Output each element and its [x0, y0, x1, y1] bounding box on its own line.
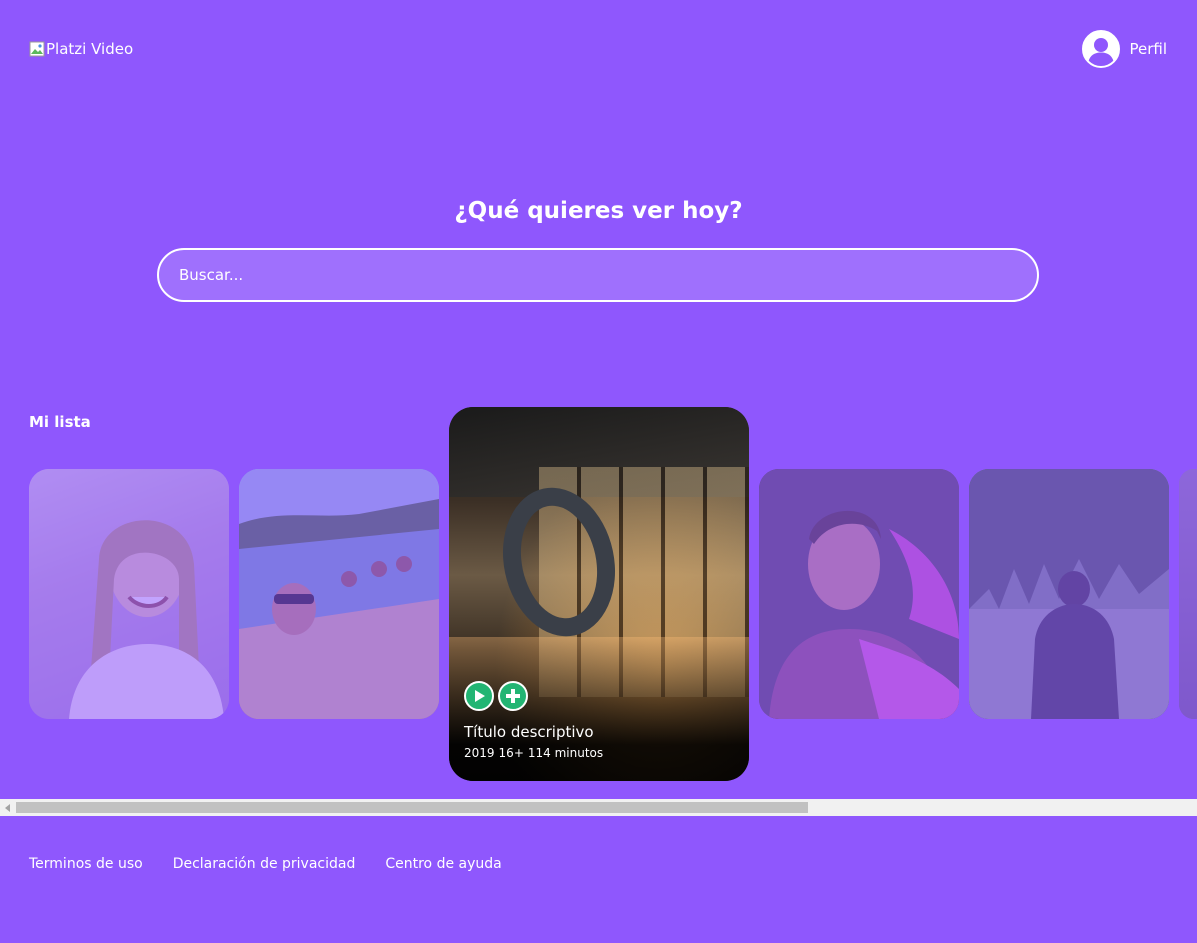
card-year: 2019: [464, 746, 495, 760]
logo[interactable]: Platzi Video: [29, 40, 133, 58]
scrollbar-thumb[interactable]: [16, 802, 808, 813]
carousel-item[interactable]: [759, 469, 959, 719]
card-rating: 16+: [498, 746, 524, 760]
footer-link-help[interactable]: Centro de ayuda: [385, 856, 501, 872]
plus-icon[interactable]: [498, 681, 528, 711]
logo-alt-text: Platzi Video: [46, 40, 134, 58]
play-icon[interactable]: [464, 681, 494, 711]
horizontal-scrollbar[interactable]: [0, 799, 1197, 816]
card-overlay: [1179, 469, 1197, 719]
scroll-left-icon[interactable]: [0, 799, 15, 816]
broken-image-icon: [29, 41, 45, 57]
carousel[interactable]: Título descriptivo 2019 16+ 114 minutos: [0, 400, 1197, 800]
carousel-item[interactable]: [969, 469, 1169, 719]
carousel-item[interactable]: [239, 469, 439, 719]
footer-link-terms[interactable]: Terminos de uso: [29, 856, 143, 872]
card-title: Título descriptivo: [464, 723, 594, 741]
footer: Terminos de uso Declaración de privacida…: [29, 856, 502, 872]
card-overlay: [969, 469, 1169, 719]
card-overlay: [239, 469, 439, 719]
card-overlay: [759, 469, 959, 719]
search-input[interactable]: [157, 248, 1039, 302]
profile-menu[interactable]: Perfil: [1082, 30, 1167, 68]
card-duration: 114 minutos: [527, 746, 604, 760]
card-meta: 2019 16+ 114 minutos: [464, 746, 603, 760]
footer-link-privacy[interactable]: Declaración de privacidad: [173, 856, 356, 872]
card-controls: [464, 681, 528, 711]
header: Platzi Video Perfil: [0, 0, 1197, 98]
user-avatar-icon[interactable]: [1082, 30, 1121, 68]
card-overlay: [29, 469, 229, 719]
carousel-item[interactable]: [1179, 469, 1197, 719]
profile-label[interactable]: Perfil: [1129, 40, 1167, 58]
featured-carousel-item[interactable]: Título descriptivo 2019 16+ 114 minutos: [449, 407, 749, 781]
carousel-item[interactable]: [29, 469, 229, 719]
hero-title: ¿Qué quieres ver hoy?: [454, 198, 743, 224]
